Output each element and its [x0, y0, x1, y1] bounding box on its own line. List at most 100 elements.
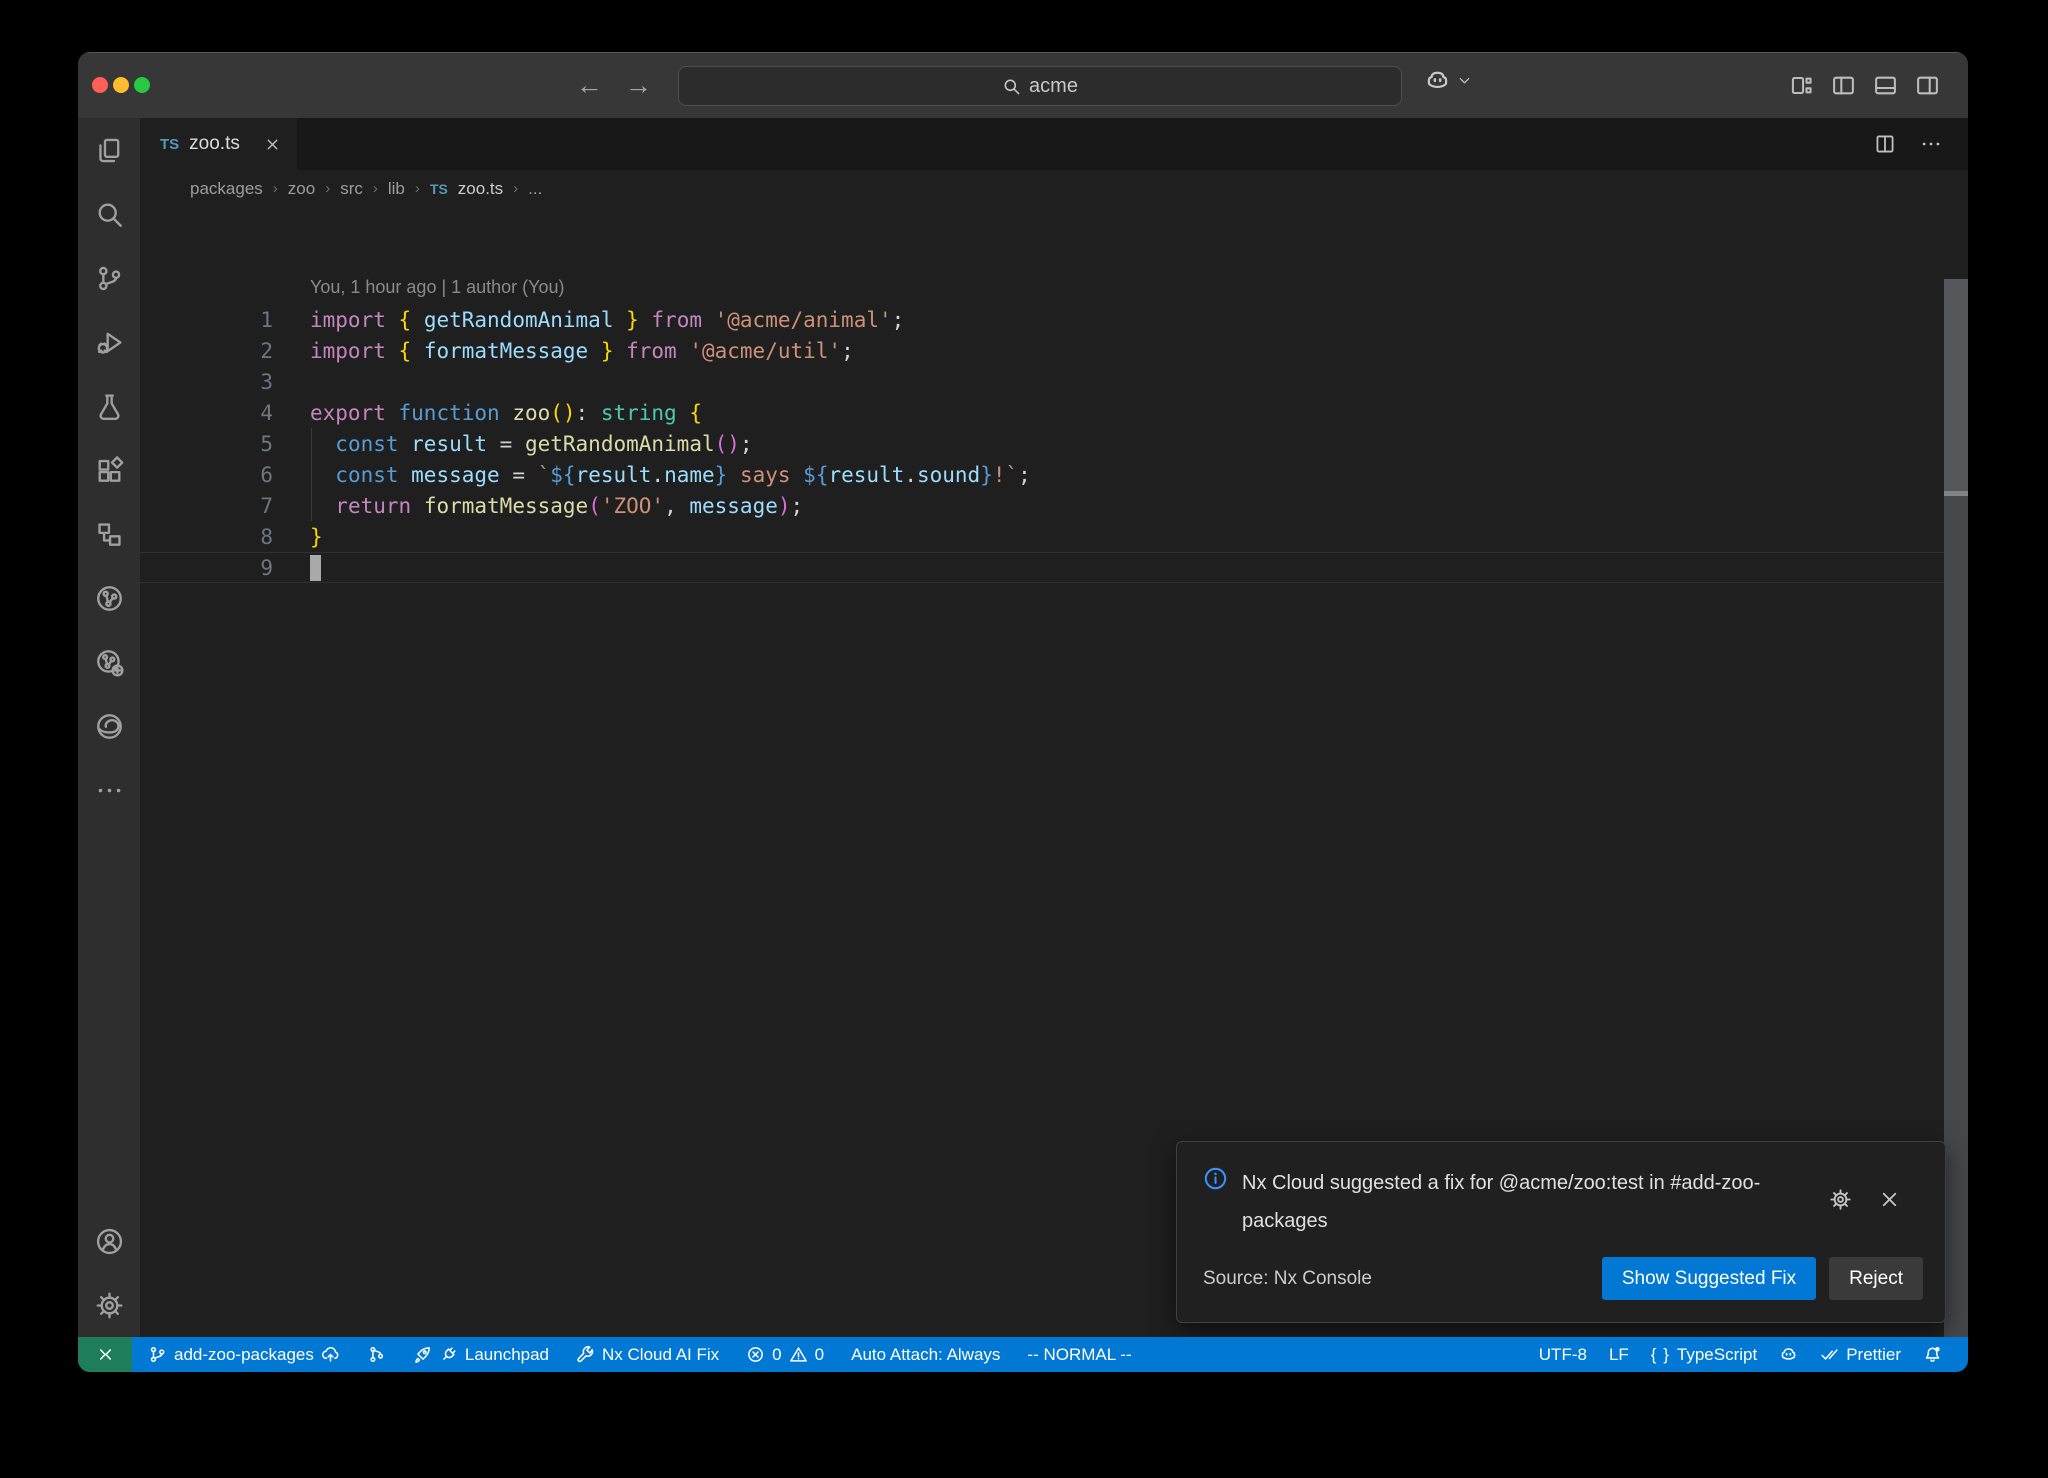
remote-indicator[interactable] [78, 1337, 132, 1372]
source-control-icon [95, 264, 124, 293]
activity-item-source-control[interactable] [78, 246, 140, 310]
chevron-down-icon [1457, 73, 1472, 88]
copilot-status[interactable] [1779, 1345, 1798, 1364]
git-blame-lens[interactable]: You, 1 hour ago | 1 author (You) [310, 277, 565, 298]
activity-item-explorer[interactable] [78, 118, 140, 182]
minimize-window-button[interactable] [113, 77, 129, 93]
code-line[interactable]: 9 [140, 552, 1968, 583]
testing-icon [95, 392, 124, 421]
encoding-status[interactable]: UTF-8 [1539, 1345, 1587, 1365]
code-line[interactable]: 7 return formatMessage('ZOO', message); [140, 490, 1968, 521]
activity-item-edge-tools[interactable] [78, 694, 140, 758]
activity-item-settings[interactable] [78, 1273, 140, 1337]
zoom-window-button[interactable] [134, 77, 150, 93]
tab-bar: TS zoo.ts [140, 118, 1968, 170]
activity-item-more[interactable] [78, 758, 140, 822]
search-value: acme [1029, 75, 1078, 98]
branch-status[interactable]: add-zoo-packages [148, 1345, 340, 1365]
code-line[interactable]: 3 [140, 366, 1968, 397]
tab-zoo-ts[interactable]: TS zoo.ts [140, 118, 297, 170]
eol-status[interactable]: LF [1609, 1345, 1629, 1365]
code-text [273, 555, 321, 581]
reject-button[interactable]: Reject [1829, 1257, 1923, 1300]
activity-item-account[interactable] [78, 1209, 140, 1273]
command-center-search[interactable]: acme [678, 66, 1402, 106]
breadcrumb-item[interactable]: zoo [288, 179, 315, 199]
nx-status[interactable] [367, 1345, 386, 1364]
breadcrumb-separator: › [325, 180, 330, 197]
toggle-panel-left-icon[interactable] [1831, 73, 1856, 98]
toggle-panel-right-icon[interactable] [1915, 73, 1940, 98]
activity-item-run-debug[interactable] [78, 310, 140, 374]
auto-attach-status-label: Auto Attach: Always [851, 1345, 1000, 1365]
breadcrumb-separator: › [513, 180, 518, 197]
language-status-label: TypeScript [1677, 1345, 1757, 1365]
forward-arrow-icon[interactable]: → [625, 70, 652, 101]
problems-status-label: 0 [772, 1345, 781, 1365]
code-text: import { getRandomAnimal } from '@acme/a… [273, 308, 904, 332]
customize-layout-icon[interactable] [1789, 73, 1814, 98]
activity-item-testing[interactable] [78, 374, 140, 438]
activity-item-nx-console[interactable] [78, 566, 140, 630]
notification-settings-icon[interactable] [1829, 1188, 1852, 1211]
code-line[interactable]: 6 const message = `${result.name} says $… [140, 459, 1968, 490]
formatter-status[interactable]: Prettier [1820, 1345, 1901, 1365]
code-text: import { formatMessage } from '@acme/uti… [273, 339, 854, 363]
formatter-status-label: Prettier [1846, 1345, 1901, 1365]
activity-item-extensions[interactable] [78, 438, 140, 502]
code-line[interactable]: 2import { formatMessage } from '@acme/ut… [140, 335, 1968, 366]
nx-branch-icon [367, 1345, 386, 1364]
code-text: const message = `${result.name} says ${r… [273, 463, 1031, 487]
code-text: return formatMessage('ZOO', message); [273, 494, 803, 518]
vim-mode-status-label: -- NORMAL -- [1027, 1345, 1131, 1365]
line-number: 4 [140, 401, 273, 425]
code-line[interactable]: 5 const result = getRandomAnimal(); [140, 428, 1968, 459]
launchpad-status-label: Launchpad [465, 1345, 549, 1365]
branch-status-label: add-zoo-packages [174, 1345, 314, 1365]
notification-toast: Nx Cloud suggested a fix for @acme/zoo:t… [1176, 1141, 1946, 1323]
toggle-panel-bottom-icon[interactable] [1873, 73, 1898, 98]
tab-close-icon[interactable] [264, 136, 281, 153]
nx-console-icon [95, 584, 124, 613]
problems-status[interactable]: 00 [746, 1345, 824, 1365]
launchpad-status[interactable]: Launchpad [413, 1345, 549, 1365]
breadcrumb-tail[interactable]: ... [528, 179, 542, 199]
breadcrumb-item[interactable]: src [340, 179, 363, 199]
breadcrumb-item[interactable]: packages [190, 179, 263, 199]
more-icon [95, 776, 124, 805]
split-editor-icon[interactable] [1874, 133, 1896, 155]
activity-bar [78, 118, 140, 1337]
typescript-file-icon: TS [160, 136, 179, 153]
line-number: 5 [140, 432, 273, 456]
activity-item-search[interactable] [78, 182, 140, 246]
status-bar: add-zoo-packages Launchpad Nx Cloud AI Fix… [78, 1337, 1968, 1372]
error-icon [746, 1345, 765, 1364]
notifications-status[interactable] [1923, 1345, 1942, 1364]
code-line[interactable]: 4export function zoo(): string { [140, 397, 1968, 428]
breadcrumb-file[interactable]: zoo.ts [458, 179, 503, 199]
back-arrow-icon[interactable]: ← [576, 70, 603, 101]
layout-controls [1789, 52, 1940, 118]
editor-scrollbar[interactable] [1944, 279, 1968, 1337]
more-actions-icon[interactable] [1920, 133, 1942, 155]
nx-cloud-ai-fix-status[interactable]: Nx Cloud AI Fix [576, 1345, 719, 1365]
activity-item-workspace[interactable] [78, 502, 140, 566]
breadcrumb-item[interactable]: lib [388, 179, 405, 199]
copilot-menu[interactable] [1424, 67, 1472, 94]
close-window-button[interactable] [92, 77, 108, 93]
line-number: 8 [140, 525, 273, 549]
code-text: } [273, 525, 323, 549]
auto-attach-status[interactable]: Auto Attach: Always [851, 1345, 1000, 1365]
account-icon [95, 1227, 124, 1256]
breadcrumb-separator: › [415, 180, 420, 197]
language-status[interactable]: { }TypeScript [1651, 1345, 1757, 1365]
breadcrumb: packages›zoo›src›lib›TSzoo.ts›... [190, 170, 1968, 207]
line-number: 6 [140, 463, 273, 487]
show-suggested-fix-button[interactable]: Show Suggested Fix [1602, 1257, 1816, 1300]
warning-icon [789, 1345, 808, 1364]
code-line[interactable]: 1import { getRandomAnimal } from '@acme/… [140, 304, 1968, 335]
code-line[interactable]: 8} [140, 521, 1968, 552]
vim-mode-status[interactable]: -- NORMAL -- [1027, 1345, 1131, 1365]
notification-close-icon[interactable] [1878, 1188, 1901, 1211]
activity-item-nx-cloud[interactable] [78, 630, 140, 694]
